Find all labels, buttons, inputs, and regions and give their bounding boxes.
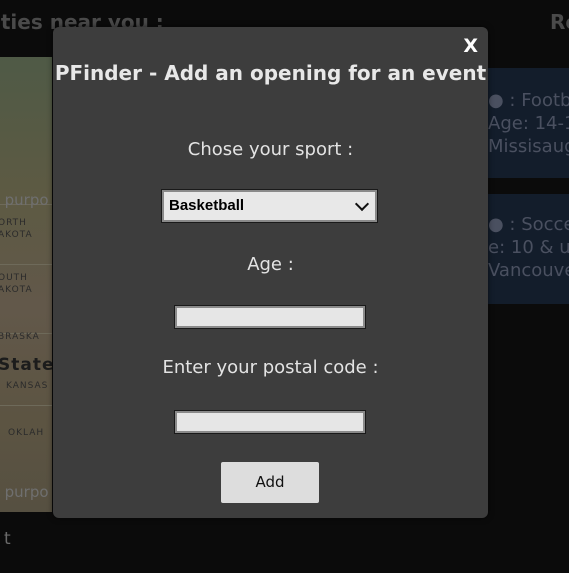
- map-label: OKLAH: [8, 428, 45, 438]
- map-label: AKOTA: [0, 285, 33, 295]
- event-card-age: e: 10 & ur: [488, 237, 569, 258]
- map-overlay-text: t purpo: [0, 483, 49, 501]
- event-card-sport: ● : Socce: [488, 214, 569, 235]
- sport-select-value: Basketball: [169, 197, 245, 214]
- add-opening-modal: X PFinder - Add an opening for an event …: [53, 27, 488, 518]
- sport-label: Chose your sport :: [187, 139, 354, 160]
- map-label: AKOTA: [0, 230, 33, 240]
- map-label: ORTH: [0, 218, 27, 228]
- modal-title: PFinder - Add an opening for an event: [54, 61, 487, 85]
- recent-heading: Re: [550, 10, 569, 34]
- postal-code-label: Enter your postal code :: [162, 357, 379, 378]
- close-button[interactable]: X: [463, 35, 478, 57]
- bottom-text: t: [4, 529, 11, 549]
- postal-code-input[interactable]: [174, 410, 366, 434]
- map-label: OUTH: [0, 273, 28, 283]
- sport-select[interactable]: Basketball: [161, 189, 378, 223]
- map-label: KANSAS: [6, 381, 49, 391]
- map-label: BRASKA: [0, 332, 40, 342]
- event-card-age: Age: 14-1: [488, 113, 569, 134]
- event-card-city: Missisaug: [488, 136, 569, 157]
- event-card[interactable]: ● : Socce e: 10 & ur Vancouve: [488, 194, 569, 304]
- age-input[interactable]: [174, 305, 366, 329]
- event-card[interactable]: ● : Footb Age: 14-1 Missisaug: [488, 68, 569, 178]
- age-label: Age :: [247, 254, 294, 275]
- chevron-down-icon: [354, 196, 370, 212]
- map-state-label: State: [0, 355, 52, 375]
- map-panel[interactable]: ORTH AKOTA OUTH AKOTA BRASKA State KANSA…: [0, 57, 52, 512]
- map-overlay-text: t purpo: [0, 191, 49, 209]
- add-button[interactable]: Add: [221, 462, 319, 503]
- event-card-city: Vancouve: [488, 260, 569, 281]
- event-card-sport: ● : Footb: [488, 90, 569, 111]
